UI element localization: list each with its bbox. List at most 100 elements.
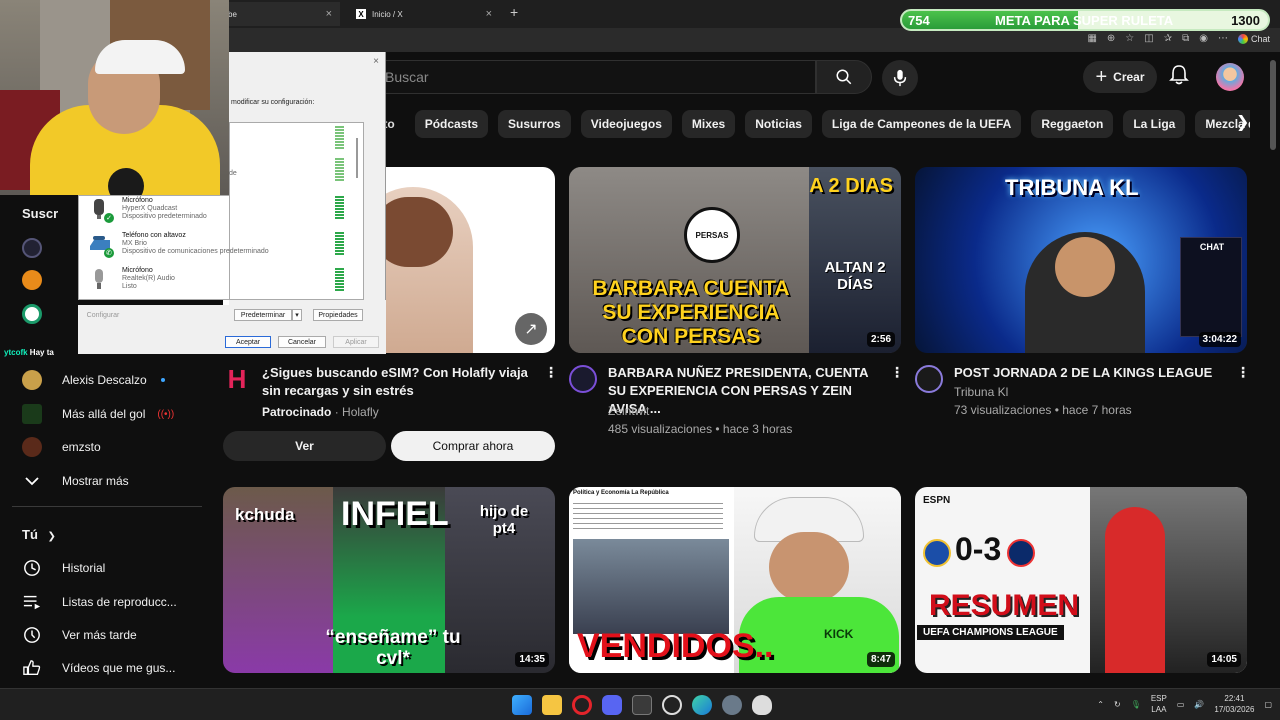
category-chip[interactable]: Liga de Campeones de la UEFA xyxy=(821,110,1022,138)
notification-center-icon[interactable]: ▢ xyxy=(1264,700,1272,709)
apps-icon[interactable]: ▦ xyxy=(1087,33,1096,44)
sidebar-channel[interactable]: Más allá del gol ((•)) xyxy=(22,404,174,424)
category-chip[interactable]: Mixes xyxy=(681,110,736,138)
video-title[interactable]: POST JORNADA 2 DE LA KINGS LEAGUE xyxy=(954,364,1224,382)
thumbnail-text: kchuda xyxy=(235,505,295,524)
history-icon xyxy=(22,558,42,578)
voice-search-button[interactable] xyxy=(882,60,918,96)
file-explorer-icon[interactable] xyxy=(542,695,562,715)
language-indicator[interactable]: ESP LAA xyxy=(1151,693,1167,715)
video-channel[interactable]: Tribuna Kl xyxy=(954,383,1008,401)
new-tab-button[interactable]: + xyxy=(510,4,518,20)
thumbnail-text: INFIEL xyxy=(341,495,449,533)
video-thumbnail[interactable]: kchuda INFIEL hijo de pt4 “enseñame” tu … xyxy=(223,487,555,673)
more-options-icon[interactable]: ⋮ xyxy=(544,364,558,381)
chevron-right-icon[interactable]: ❯ xyxy=(1236,112,1249,132)
more-options-icon[interactable]: ⋮ xyxy=(890,364,904,381)
category-chip[interactable]: Videojuegos xyxy=(580,110,672,138)
chevron-down-icon xyxy=(22,471,42,491)
sidebar-channel[interactable]: emzsto xyxy=(22,437,101,457)
edge-icon[interactable] xyxy=(692,695,712,715)
sync-icon[interactable]: ↻ xyxy=(1114,700,1121,709)
ver-button[interactable]: Ver xyxy=(223,431,386,461)
close-icon[interactable]: × xyxy=(373,56,379,67)
more-options-icon[interactable]: ⋮ xyxy=(1236,364,1250,381)
category-chip[interactable]: Noticias xyxy=(745,110,812,138)
you-section-link[interactable]: Tú ❯ xyxy=(22,527,56,542)
mic-tray-icon[interactable]: 🎙 xyxy=(1131,700,1141,709)
show-more-button[interactable]: Mostrar más xyxy=(22,471,129,491)
category-chip[interactable]: Reggaeton xyxy=(1031,110,1114,138)
video-thumbnail[interactable]: ESPN 0-3 RESUMEN UEFA CHAMPIONS LEAGUE 1… xyxy=(915,487,1247,673)
media-app-icon[interactable] xyxy=(632,695,652,715)
open-external-icon[interactable]: ↗ xyxy=(515,313,547,345)
playlist-icon xyxy=(22,592,42,612)
category-chip[interactable]: Pódcasts xyxy=(414,110,489,138)
search-input[interactable]: Buscar xyxy=(370,60,816,94)
split-icon[interactable]: ◫ xyxy=(1144,33,1153,44)
search-button[interactable] xyxy=(816,60,872,94)
windows-start-icon[interactable] xyxy=(512,695,532,715)
page-scrollbar[interactable] xyxy=(1270,60,1276,150)
channel-avatar[interactable] xyxy=(569,365,597,393)
category-chip[interactable]: Susurros xyxy=(498,110,571,138)
video-channel[interactable]: Zeintwit xyxy=(608,402,649,420)
browser-tab-x[interactable]: X Inicio / X × xyxy=(348,2,500,26)
properties-button[interactable]: Propiedades xyxy=(313,309,363,321)
notifications-button[interactable] xyxy=(1169,64,1189,91)
sidebar-channel[interactable]: Alexis Descalzo xyxy=(22,370,165,390)
video-thumbnail[interactable]: A 2 DIAS PERSAS BARBARA CUENTA SU EXPERI… xyxy=(569,167,901,353)
create-button[interactable]: + Crear xyxy=(1083,61,1157,93)
device-item[interactable]: Micrófono Realtek(R) Audio Listo xyxy=(88,267,175,291)
collections-icon[interactable]: ⧉ xyxy=(1182,33,1189,44)
close-tab-icon[interactable]: × xyxy=(486,8,492,20)
sidebar-item-history[interactable]: Historial xyxy=(22,558,105,578)
video-title[interactable]: ¿Sigues buscando eSIM? Con Holafly viaja… xyxy=(262,364,532,400)
volume-icon[interactable]: 🔊 xyxy=(1194,700,1204,709)
set-default-button[interactable]: Predeterminar xyxy=(234,309,292,321)
obs-icon[interactable] xyxy=(662,695,682,715)
channel-avatar[interactable] xyxy=(915,365,943,393)
favorites-icon[interactable]: ✰ xyxy=(1164,33,1172,44)
accept-button[interactable]: Aceptar xyxy=(225,336,271,348)
settings-icon[interactable] xyxy=(722,695,742,715)
more-icon[interactable]: ⋯ xyxy=(1218,33,1228,44)
chevron-right-icon: ❯ xyxy=(47,531,56,542)
discord-icon[interactable] xyxy=(602,695,622,715)
copilot-icon xyxy=(1237,33,1248,44)
category-chip[interactable]: La Liga xyxy=(1123,110,1186,138)
chevron-up-icon[interactable]: ⌃ xyxy=(1097,700,1104,709)
network-icon[interactable]: ▭ xyxy=(1177,700,1185,709)
channel-avatar[interactable] xyxy=(22,304,42,324)
video-thumbnail[interactable]: TRIBUNA KL CHAT 3:04:22 xyxy=(915,167,1247,353)
zoom-icon[interactable]: ⊕ xyxy=(1107,33,1115,44)
cancel-button[interactable]: Cancelar xyxy=(278,336,326,348)
video-thumbnail[interactable]: Política y Economía La República KICK VE… xyxy=(569,487,901,673)
channel-avatar xyxy=(22,437,42,457)
close-tab-icon[interactable]: × xyxy=(326,8,332,20)
device-list-scrollbar[interactable] xyxy=(356,138,358,178)
browser-tab-youtube[interactable]: be × xyxy=(220,2,340,26)
sidebar-item-watch-later[interactable]: Ver más tarde xyxy=(22,625,137,645)
apply-button[interactable]: Aplicar xyxy=(333,336,379,348)
copilot-chat-button[interactable]: Chat xyxy=(1237,33,1270,44)
video-channel-line[interactable]: Patrocinado · Holafly xyxy=(262,403,379,421)
chelsea-badge xyxy=(923,539,951,567)
configure-button[interactable]: Configurar xyxy=(80,309,126,321)
sidebar-item-liked[interactable]: Vídeos que me gus... xyxy=(22,658,175,678)
device-item[interactable]: ✆ Teléfono con altavoz MX Brio Dispositivo… xyxy=(88,232,269,258)
buy-now-button[interactable]: Comprar ahora xyxy=(391,431,555,461)
app-icon[interactable] xyxy=(752,695,772,715)
microphone-icon xyxy=(893,69,907,87)
sidebar-item-playlists[interactable]: Listas de reproducc... xyxy=(22,592,177,612)
star-icon[interactable]: ☆ xyxy=(1125,33,1134,44)
dropdown-arrow-icon[interactable]: ▾ xyxy=(292,309,302,321)
clock[interactable]: 22:41 17/03/2026 xyxy=(1214,693,1254,715)
holafly-logo-icon[interactable]: H xyxy=(223,365,251,393)
thumbnail-text: “enseñame” tu cvl* xyxy=(325,627,461,669)
speakerphone-icon: ✆ xyxy=(88,232,114,258)
account-avatar[interactable] xyxy=(1216,63,1244,91)
opera-icon[interactable] xyxy=(572,695,592,715)
device-item[interactable]: ✓ Micrófono HyperX Quadcast Dispositivo pr… xyxy=(88,197,207,223)
profile-icon[interactable]: ◉ xyxy=(1199,33,1208,44)
